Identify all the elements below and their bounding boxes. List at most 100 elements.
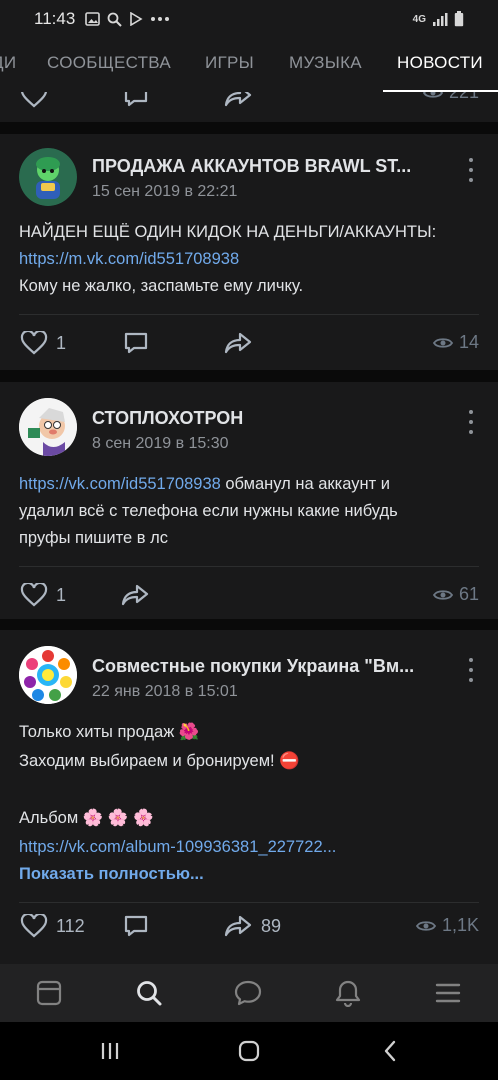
- news-feed-icon: [36, 980, 62, 1006]
- comment-button[interactable]: [123, 331, 149, 355]
- share-button[interactable]: [223, 331, 253, 355]
- signal-icon: [433, 13, 448, 26]
- post-more-icon[interactable]: [464, 410, 478, 434]
- home-button[interactable]: [235, 1037, 263, 1065]
- eye-icon: [432, 589, 453, 600]
- post-date: 22 янв 2018 в 15:01: [92, 683, 238, 700]
- like-icon: [20, 331, 48, 355]
- post-author[interactable]: ПРОДАЖА АККАУНТОВ BRAWL ST...: [92, 156, 432, 177]
- tab-games[interactable]: ИГРЫ: [205, 53, 254, 73]
- like-count: 1: [56, 332, 67, 353]
- community-avatar[interactable]: [19, 398, 77, 456]
- status-time: 11:43: [34, 9, 76, 28]
- post-text-inline: обманул на аккаунт и: [220, 475, 390, 493]
- community-avatar[interactable]: [19, 646, 77, 704]
- brawl-stars-avatar-icon: [19, 148, 77, 206]
- views-count: 14: [458, 332, 479, 352]
- share-icon: [224, 332, 252, 354]
- post-text-line: Только хиты продаж 🌺: [19, 723, 200, 741]
- share-icon[interactable]: [223, 92, 253, 108]
- like-icon[interactable]: [20, 92, 48, 108]
- post-card-partial: 221: [0, 92, 498, 122]
- views-counter: 14: [432, 332, 479, 353]
- share-icon: [224, 915, 252, 937]
- status-system-icons: 4G: [413, 0, 464, 38]
- eye-icon: [422, 92, 443, 98]
- recent-apps-button[interactable]: [96, 1037, 124, 1065]
- status-notification-icons: [85, 12, 170, 27]
- system-navigation-bar: [0, 1022, 498, 1080]
- section-tabs: ДИ СООБЩЕСТВА ИГРЫ МУЗЫКА НОВОСТИ: [0, 38, 498, 92]
- post-divider: [19, 314, 479, 315]
- post-divider: [19, 902, 479, 903]
- eye-icon: [415, 920, 436, 931]
- nav-search-button[interactable]: [133, 977, 165, 1009]
- more-notifications-icon: [151, 17, 170, 21]
- news-feed[interactable]: 221 ПРОДАЖА АККАУНТОВ BRAWL ST... 15 сен…: [0, 92, 498, 964]
- like-count: 1: [56, 584, 67, 605]
- tab-news[interactable]: НОВОСТИ: [397, 53, 483, 73]
- search-icon: [137, 981, 162, 1006]
- like-button[interactable]: 112: [20, 914, 85, 938]
- like-count: 112: [56, 915, 85, 936]
- share-button[interactable]: [120, 583, 150, 607]
- post-text-line: Альбом 🌸 🌸 🌸: [19, 809, 154, 827]
- post-more-icon[interactable]: [464, 158, 478, 182]
- search-notification-icon: [107, 12, 122, 27]
- views-counter: 61: [432, 584, 479, 605]
- status-bar: 11:43 4G: [0, 0, 498, 38]
- post-text-line: пруфы пишите в лс: [19, 529, 168, 547]
- post-date: 8 сен 2019 в 15:30: [92, 435, 229, 452]
- notifications-icon: [335, 980, 361, 1007]
- comment-icon: [124, 332, 148, 354]
- messages-icon: [234, 980, 262, 1006]
- post-card: ПРОДАЖА АККАУНТОВ BRAWL ST... 15 сен 201…: [0, 134, 498, 370]
- post-link[interactable]: https://vk.com/album-109936381_227722...: [19, 838, 336, 857]
- post-text-line: НАЙДЕН ЕЩЁ ОДИН КИДОК НА ДЕНЬГИ/АККАУНТЫ…: [19, 223, 437, 241]
- recent-apps-icon: [101, 1043, 119, 1059]
- back-icon: [384, 1040, 396, 1062]
- show-more-link[interactable]: Показать полностью...: [19, 865, 204, 884]
- eye-icon: [432, 337, 453, 348]
- views-counter: 221: [422, 92, 479, 103]
- gallery-notification-icon: [85, 12, 101, 26]
- colorful-logo-avatar-icon: [19, 646, 77, 704]
- nav-messages-button[interactable]: [232, 977, 264, 1009]
- like-button[interactable]: 1: [20, 331, 66, 355]
- home-icon: [238, 1040, 260, 1062]
- post-author[interactable]: СТОПЛОХОТРОН: [92, 408, 432, 429]
- share-count: 89: [261, 915, 282, 936]
- post-author[interactable]: Совместные покупки Украина "Вм...: [92, 656, 432, 677]
- post-text-line: удалил всё с телефона если нужны какие н…: [19, 502, 398, 520]
- views-counter: 1,1K: [415, 915, 479, 936]
- comment-button[interactable]: [123, 914, 149, 938]
- nav-menu-button[interactable]: [432, 977, 464, 1009]
- post-text-line: https://vk.com/id551708938 обманул на ак…: [19, 475, 390, 494]
- like-button[interactable]: 1: [20, 583, 66, 607]
- views-count: 1,1K: [441, 915, 479, 935]
- post-link[interactable]: https://vk.com/id551708938: [19, 475, 221, 493]
- post-card: Совместные покупки Украина "Вм... 22 янв…: [0, 630, 498, 964]
- post-date: 15 сен 2019 в 22:21: [92, 183, 238, 200]
- battery-icon: [454, 11, 464, 27]
- tab-partial[interactable]: ДИ: [0, 53, 16, 73]
- cartoon-avatar-icon: [19, 398, 77, 456]
- back-button[interactable]: [376, 1037, 404, 1065]
- tab-communities[interactable]: СООБЩЕСТВА: [47, 53, 171, 73]
- share-button[interactable]: 89: [223, 914, 281, 938]
- nav-news-button[interactable]: [33, 977, 65, 1009]
- play-store-notification-icon: [130, 12, 143, 26]
- community-avatar[interactable]: [19, 148, 77, 206]
- bottom-navigation: [0, 964, 498, 1022]
- comment-icon[interactable]: [123, 92, 149, 108]
- post-text-line: Кому не жалко, заспамьте ему личку.: [19, 277, 304, 295]
- post-more-icon[interactable]: [464, 658, 478, 682]
- like-icon: [20, 583, 48, 607]
- post-link[interactable]: https://m.vk.com/id551708938: [19, 250, 239, 269]
- post-divider: [19, 566, 479, 567]
- tab-music[interactable]: МУЗЫКА: [289, 53, 362, 73]
- menu-icon: [435, 983, 461, 1003]
- nav-notifications-button[interactable]: [332, 977, 364, 1009]
- share-icon: [121, 584, 149, 606]
- post-card: СТОПЛОХОТРОН 8 сен 2019 в 15:30 https://…: [0, 382, 498, 619]
